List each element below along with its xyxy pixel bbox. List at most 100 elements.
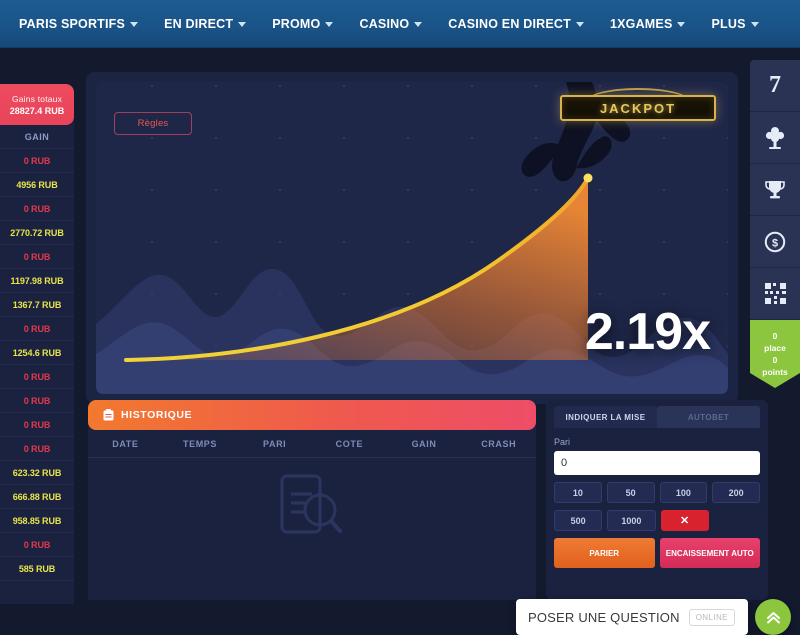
gains-total-label: Gains totaux — [11, 93, 63, 104]
nav-item-label: 1XGAMES — [609, 16, 673, 31]
ask-question-widget[interactable]: POSER UNE QUESTION ONLINE — [516, 599, 748, 635]
bet-panel: INDIQUER LA MISE AUTOBET Pari 10 50 100 … — [546, 400, 768, 600]
dollar-coin-icon[interactable]: $ — [750, 216, 800, 268]
gain-row: 0 RUB — [0, 365, 74, 389]
ask-question-label: POSER UNE QUESTION — [528, 609, 680, 625]
nav-item-label: PLUS — [711, 16, 746, 31]
tree-bonus-icon[interactable] — [750, 112, 800, 164]
gain-row: 666.88 RUB — [0, 485, 74, 509]
nav-item-paris-sportifs[interactable]: PARIS SPORTIFS — [6, 0, 151, 48]
history-column-cote: COTE — [335, 438, 364, 449]
total-gains-sidebar: Gains totaux 28827.4 RUB GAIN 0 RUB 4956 … — [0, 84, 74, 604]
history-column-gain: GAIN — [411, 438, 437, 449]
history-column-crash: CRASH — [481, 438, 517, 449]
chip-50[interactable]: 50 — [606, 482, 655, 503]
right-icon-rail: 7 $ 0 place 0 points — [750, 60, 800, 388]
chat-online-badge: ONLINE — [688, 608, 735, 626]
nav-item-label: CASINO EN DIRECT — [448, 16, 571, 31]
qr-grid-glyph — [764, 283, 786, 304]
gains-total-value: 28827.4 RUB — [9, 105, 65, 116]
nav-item-plus[interactable]: PLUS — [698, 0, 771, 48]
main-navigation: PARIS SPORTIFS EN DIRECT PROMO CASINO CASINO… — [0, 0, 800, 48]
tab-autobet[interactable]: AUTOBET — [657, 406, 760, 428]
bet-amount-input[interactable] — [554, 451, 760, 475]
tree-bonus-glyph — [765, 126, 785, 149]
chip-200[interactable]: 200 — [712, 482, 760, 503]
history-column-pari: PARI — [263, 438, 287, 449]
clipboard-icon — [103, 409, 114, 421]
gain-row: 1254.6 RUB — [0, 341, 74, 365]
gain-row: 0 RUB — [0, 197, 74, 221]
history-header: HISTORIQUE — [88, 400, 536, 430]
bet-amount-label: Pari — [554, 437, 571, 447]
game-stage: Gains totaux 28827.4 RUB GAIN 0 RUB 4956 … — [0, 48, 800, 635]
nav-item-label: CASINO — [359, 16, 410, 31]
gains-column-header: GAIN — [0, 125, 74, 149]
chip-1000[interactable]: 1000 — [607, 510, 656, 531]
scroll-to-top-button[interactable] — [755, 599, 791, 635]
gain-row: 0 RUB — [0, 437, 74, 461]
chip-10[interactable]: 10 — [554, 482, 602, 503]
gain-row: 0 RUB — [0, 317, 74, 341]
badge-points-value: 0 — [772, 355, 778, 365]
lucky-seven-icon[interactable]: 7 — [750, 60, 800, 112]
gain-row: 0 RUB — [0, 533, 74, 557]
tab-manual-bet[interactable]: INDIQUER LA MISE — [554, 406, 657, 428]
nav-item-promo[interactable]: PROMO — [259, 0, 346, 48]
bet-action-row: PARIER ENCAISSEMENT AUTO — [554, 538, 760, 568]
badge-points-label: points — [762, 367, 788, 377]
gain-row: 585 RUB — [0, 557, 74, 581]
nav-item-label: PROMO — [272, 16, 321, 31]
chevron-down-icon — [130, 22, 139, 27]
chevron-double-up-icon — [766, 611, 780, 623]
chevron-down-icon — [238, 22, 247, 27]
dollar-coin-glyph: $ — [764, 231, 786, 252]
nav-item-en-direct[interactable]: EN DIRECT — [151, 0, 259, 48]
chevron-down-icon — [414, 22, 423, 27]
chevron-down-icon — [750, 22, 759, 27]
badge-place-value: 0 — [772, 331, 778, 341]
rules-button[interactable]: Règles — [114, 112, 192, 135]
badge-place-label: place — [764, 343, 786, 353]
chevron-down-icon — [575, 22, 584, 27]
current-multiplier: 2.19x — [584, 303, 711, 361]
gain-row: 0 RUB — [0, 413, 74, 437]
gain-row: 0 RUB — [0, 389, 74, 413]
document-search-icon — [280, 474, 342, 534]
auto-cashout-button[interactable]: ENCAISSEMENT AUTO — [659, 538, 760, 568]
nav-item-label: EN DIRECT — [164, 16, 234, 31]
qr-grid-icon[interactable] — [750, 268, 800, 320]
trophy-glyph — [765, 180, 785, 198]
gain-row: 4956 RUB — [0, 173, 74, 197]
gain-row: 1367.7 RUB — [0, 293, 74, 317]
place-bet-button[interactable]: PARIER — [554, 538, 655, 568]
svg-text:$: $ — [772, 237, 778, 249]
nav-item-1xgames[interactable]: 1XGAMES — [597, 0, 699, 48]
nav-item-casino[interactable]: CASINO — [346, 0, 435, 48]
chevron-down-icon — [677, 22, 686, 27]
history-title: HISTORIQUE — [121, 409, 193, 421]
gain-row: 958.85 RUB — [0, 509, 74, 533]
jackpot-badge[interactable]: JACKPOT — [560, 95, 716, 121]
bet-chip-row-2: 500 1000 ✕ — [554, 510, 760, 531]
bet-mode-tabs: INDIQUER LA MISE AUTOBET — [554, 406, 760, 428]
chevron-down-icon — [325, 22, 334, 27]
gain-row: 2770.72 RUB — [0, 221, 74, 245]
trophy-icon[interactable] — [750, 164, 800, 216]
clear-bet-button[interactable]: ✕ — [660, 510, 709, 531]
gain-row: 0 RUB — [0, 245, 74, 269]
gains-total-header: Gains totaux 28827.4 RUB — [0, 84, 74, 125]
crash-game-panel: Règles JACKPOT 2.19x — [86, 72, 738, 404]
nav-item-casino-en-direct[interactable]: CASINO EN DIRECT — [435, 0, 597, 48]
chip-500[interactable]: 500 — [554, 510, 603, 531]
history-empty-state — [88, 472, 536, 540]
history-panel: HISTORIQUE DATE TEMPS PARI COTE GAIN CRASH — [88, 400, 536, 600]
gains-row-list: 0 RUB 4956 RUB 0 RUB 2770.72 RUB 0 RUB 1197.9… — [0, 149, 74, 581]
gain-row: 623.32 RUB — [0, 461, 74, 485]
history-column-date: DATE — [112, 438, 139, 449]
tournament-rank-badge[interactable]: 0 place 0 points — [750, 320, 800, 388]
chip-100[interactable]: 100 — [659, 482, 708, 503]
nav-item-label: PARIS SPORTIFS — [19, 16, 126, 31]
crash-graph-area: Règles JACKPOT 2.19x — [96, 82, 728, 394]
bet-chip-row-1: 10 50 100 200 — [554, 482, 760, 503]
